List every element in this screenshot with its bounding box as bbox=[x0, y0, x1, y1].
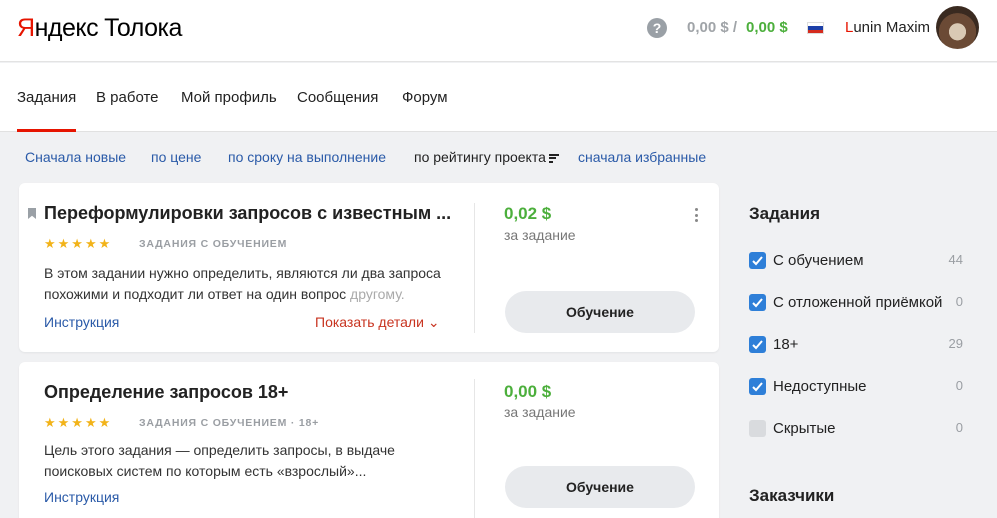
user-name-rest: unin Maxim bbox=[853, 19, 931, 36]
task-description-line: похожими и подходит ли ответ на один воп… bbox=[44, 286, 351, 302]
show-details-link[interactable]: Показать детали ⌄ bbox=[315, 314, 440, 331]
sort-project-rating-label: по рейтингу проекта bbox=[414, 149, 546, 165]
task-price: 0,02 $ bbox=[504, 204, 552, 223]
task-card[interactable]: Определение запросов 18+ ★★★★★ ЗАДАНИЯ С… bbox=[19, 362, 719, 518]
filter-label: 18+ bbox=[773, 336, 799, 353]
tab-my-profile[interactable]: Мой профиль bbox=[181, 89, 277, 106]
rating-stars: ★★★★★ bbox=[44, 236, 113, 251]
tab-messages[interactable]: Сообщения bbox=[297, 89, 378, 106]
price-unit: за задание bbox=[504, 227, 576, 243]
help-icon[interactable]: ? bbox=[647, 18, 667, 38]
card-divider bbox=[474, 203, 475, 333]
logo-product: Толока bbox=[104, 14, 182, 42]
filter-label: Недоступные bbox=[773, 378, 867, 395]
tab-tasks[interactable]: Задания bbox=[17, 89, 76, 106]
checkbox[interactable] bbox=[749, 252, 766, 269]
sort-price[interactable]: по цене bbox=[151, 149, 201, 165]
task-card[interactable]: Переформулировки запросов с известным ..… bbox=[19, 183, 719, 352]
yandex-toloka-logo[interactable]: Яндекс Толока bbox=[17, 14, 182, 43]
sort-project-rating[interactable]: по рейтингу проекта bbox=[414, 149, 559, 165]
instruction-link[interactable]: Инструкция bbox=[44, 314, 119, 330]
task-price: 0,00 $ bbox=[504, 382, 552, 401]
checkbox[interactable] bbox=[749, 420, 766, 437]
checkbox[interactable] bbox=[749, 336, 766, 353]
filters-title: Задания bbox=[749, 204, 820, 223]
task-tag: ЗАДАНИЯ С ОБУЧЕНИЕМ · 18+ bbox=[139, 417, 320, 429]
balance-available[interactable]: 0,00 $ bbox=[746, 19, 788, 36]
top-header: Яндекс Толока ? 0,00 $ / 0,00 $ Lunin Max… bbox=[0, 0, 997, 62]
checkbox[interactable] bbox=[749, 294, 766, 311]
task-description-line: Цель этого задания — определить запросы,… bbox=[44, 442, 395, 458]
filter-18plus[interactable]: 18+ 29 bbox=[749, 336, 965, 356]
logo-brand-rest: ндекс bbox=[34, 14, 99, 42]
russian-flag-icon[interactable] bbox=[807, 22, 824, 34]
filter-count: 44 bbox=[948, 252, 963, 267]
task-description: Цель этого задания — определить запросы,… bbox=[44, 440, 454, 482]
rating-stars: ★★★★★ bbox=[44, 415, 113, 430]
tab-in-progress[interactable]: В работе bbox=[96, 89, 159, 106]
avatar[interactable] bbox=[936, 6, 979, 49]
more-options-icon[interactable] bbox=[695, 208, 699, 225]
balance-pending: 0,00 $ / bbox=[687, 19, 738, 36]
task-description-fade: другому. bbox=[350, 286, 405, 302]
filter-hidden[interactable]: Скрытые 0 bbox=[749, 420, 965, 440]
filter-count: 0 bbox=[955, 420, 963, 435]
training-button[interactable]: Обучение bbox=[505, 466, 695, 508]
logo-brand-first: Я bbox=[17, 14, 35, 42]
sort-favorites[interactable]: сначала избранные bbox=[578, 149, 706, 165]
price-unit: за задание bbox=[504, 404, 576, 420]
customers-title: Заказчики bbox=[749, 486, 835, 505]
filter-count: 29 bbox=[948, 336, 963, 351]
task-description-line: В этом задании нужно определить, являютс… bbox=[44, 265, 441, 281]
instruction-link[interactable]: Инструкция bbox=[44, 489, 119, 505]
filter-with-training[interactable]: С обучением 44 bbox=[749, 252, 965, 272]
main-nav: Задания В работе Мой профиль Сообщения Ф… bbox=[0, 63, 997, 132]
task-title[interactable]: Определение запросов 18+ bbox=[44, 382, 288, 403]
task-description-line: поисковых систем по которым есть «взросл… bbox=[44, 463, 367, 479]
checkbox[interactable] bbox=[749, 378, 766, 395]
filter-count: 0 bbox=[955, 294, 963, 309]
filter-deferred-acceptance[interactable]: С отложенной приёмкой 0 bbox=[749, 294, 965, 314]
task-tag: ЗАДАНИЯ С ОБУЧЕНИЕМ bbox=[139, 238, 288, 250]
tab-forum[interactable]: Форум bbox=[402, 89, 448, 106]
filter-label: Скрытые bbox=[773, 420, 836, 437]
task-title[interactable]: Переформулировки запросов с известным ..… bbox=[44, 203, 451, 224]
bookmark-icon[interactable] bbox=[28, 208, 36, 219]
card-divider bbox=[474, 379, 475, 518]
filter-label: С отложенной приёмкой bbox=[773, 294, 943, 311]
filter-label: С обучением bbox=[773, 252, 864, 269]
active-tab-indicator bbox=[17, 129, 76, 132]
training-button[interactable]: Обучение bbox=[505, 291, 695, 333]
filter-count: 0 bbox=[955, 378, 963, 393]
sort-deadline[interactable]: по сроку на выполнение bbox=[228, 149, 386, 165]
task-description: В этом задании нужно определить, являютс… bbox=[44, 263, 454, 305]
user-name[interactable]: Lunin Maxim bbox=[845, 19, 930, 36]
filter-unavailable[interactable]: Недоступные 0 bbox=[749, 378, 965, 398]
sort-order-icon bbox=[548, 153, 559, 163]
sort-newest[interactable]: Сначала новые bbox=[25, 149, 126, 165]
